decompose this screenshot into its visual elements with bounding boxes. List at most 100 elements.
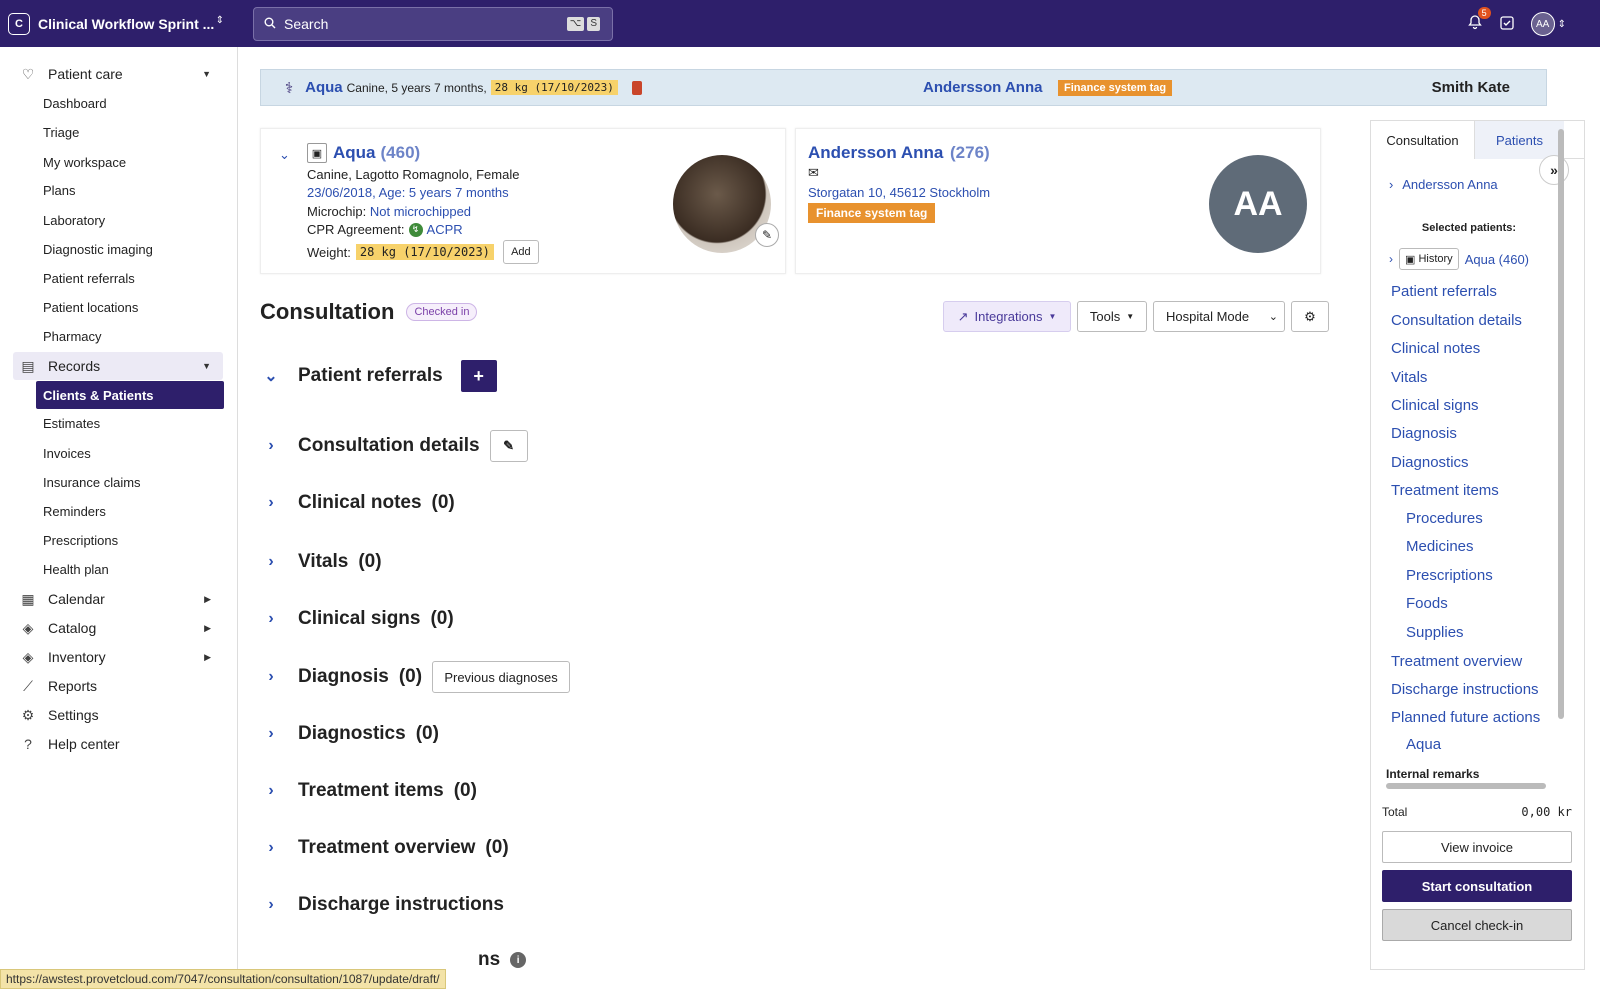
chevron-down-icon[interactable]: ⌄: [279, 147, 290, 163]
stethoscope-icon: ♡: [21, 65, 35, 82]
add-weight-button[interactable]: Add: [502, 240, 539, 264]
section-discharge-instructions[interactable]: › Discharge instructions: [260, 894, 504, 916]
section-treatment-overview[interactable]: › Treatment overview (0): [260, 837, 508, 859]
section-vitals[interactable]: › Vitals (0): [260, 551, 381, 573]
previous-diagnoses-button[interactable]: Previous diagnoses: [432, 661, 571, 693]
sidebar-group-calendar[interactable]: ▦ Calendar ▶: [13, 585, 223, 613]
start-consultation-button[interactable]: Start consultation: [1382, 870, 1572, 902]
nav-procedures[interactable]: Procedures: [1406, 510, 1483, 527]
sidebar-item-pharmacy[interactable]: Pharmacy: [36, 323, 224, 349]
sidebar-item-help-center[interactable]: ? Help center: [13, 730, 223, 758]
tab-patients[interactable]: Patients: [1475, 121, 1564, 159]
add-referral-button[interactable]: +: [460, 360, 497, 392]
patient-weight-badge: 28 kg (17/10/2023): [490, 80, 618, 95]
sidebar-item-estimates[interactable]: Estimates: [36, 410, 224, 436]
sidebar-group-catalog[interactable]: ◈ Catalog ▶: [13, 614, 223, 642]
nav-clinical-signs[interactable]: Clinical signs: [1391, 397, 1479, 414]
section-consultation-details[interactable]: › Consultation details ✎: [260, 430, 528, 462]
nav-clinical-notes[interactable]: Clinical notes: [1391, 340, 1480, 357]
section-planned-actions-partial[interactable]: ns i: [478, 949, 527, 971]
sidebar-item-health-plan[interactable]: Health plan: [36, 556, 224, 582]
client-address[interactable]: Storgatan 10, 45612 Stockholm: [808, 185, 990, 200]
user-menu[interactable]: AA ⇕: [1530, 12, 1566, 36]
sidebar-item-diagnostic-imaging[interactable]: Diagnostic imaging: [36, 236, 224, 262]
nav-planned-future-actions[interactable]: Planned future actions: [1391, 709, 1540, 726]
patient-card-id: (460): [380, 143, 421, 162]
tools-button[interactable]: Tools ▼: [1077, 301, 1147, 332]
nav-discharge-instructions[interactable]: Discharge instructions: [1391, 681, 1539, 698]
nav-treatment-overview[interactable]: Treatment overview: [1391, 653, 1522, 670]
selected-patient-link[interactable]: Aqua (460): [1465, 252, 1529, 267]
section-clinical-signs[interactable]: › Clinical signs (0): [260, 608, 453, 630]
sidebar-item-dashboard[interactable]: Dashboard: [36, 90, 224, 116]
record-icon[interactable]: ▣: [307, 143, 327, 163]
nav-supplies[interactable]: Supplies: [1406, 624, 1464, 641]
sidebar-item-settings[interactable]: ⚙ Settings: [13, 701, 223, 729]
tab-consultation[interactable]: Consultation: [1371, 121, 1475, 159]
patient-name-link[interactable]: Aqua: [305, 79, 343, 96]
sidebar-item-insurance-claims[interactable]: Insurance claims: [36, 469, 224, 495]
nav-consultation-details[interactable]: Consultation details: [1391, 312, 1522, 329]
nav-foods[interactable]: Foods: [1406, 595, 1448, 612]
info-icon[interactable]: i: [510, 952, 527, 968]
sidebar-group-patient-care[interactable]: ♡ Patient care ▼: [13, 60, 223, 88]
patient-dob-age[interactable]: 23/06/2018, Age: 5 years 7 months: [307, 185, 509, 200]
bell-icon[interactable]: 5: [1467, 6, 1491, 35]
nav-prescriptions[interactable]: Prescriptions: [1406, 567, 1493, 584]
integrations-button[interactable]: ↗ Integrations ▼: [943, 301, 1071, 332]
sidebar-item-plans[interactable]: Plans: [36, 177, 224, 203]
nav-patient-referrals[interactable]: Patient referrals: [1391, 283, 1497, 300]
sidebar: ♡ Patient care ▼ Dashboard Triage My wor…: [0, 47, 238, 989]
nav-medicines[interactable]: Medicines: [1406, 538, 1474, 555]
section-diagnostics[interactable]: › Diagnostics (0): [260, 723, 439, 745]
section-patient-referrals[interactable]: ⌄ Patient referrals +: [260, 360, 497, 392]
nav-treatment-items[interactable]: Treatment items: [1391, 482, 1499, 499]
vertical-scrollbar[interactable]: [1558, 129, 1564, 719]
chevron-updown-icon: ⇕: [1557, 18, 1566, 30]
client-name[interactable]: Andersson Anna: [808, 143, 943, 162]
sidebar-item-patient-referrals[interactable]: Patient referrals: [36, 265, 224, 291]
nav-aqua[interactable]: Aqua: [1406, 736, 1441, 753]
sidebar-item-laboratory[interactable]: Laboratory: [36, 207, 224, 233]
search-input[interactable]: Search ⌥ S: [253, 7, 613, 41]
tasks-icon[interactable]: [1499, 15, 1515, 34]
right-client-row[interactable]: › Andersson Anna: [1389, 177, 1498, 192]
cancel-checkin-button[interactable]: Cancel check-in: [1382, 909, 1572, 941]
sidebar-item-my-workspace[interactable]: My workspace: [36, 149, 224, 175]
package-icon: ◈: [22, 648, 34, 665]
nav-vitals[interactable]: Vitals: [1391, 369, 1427, 386]
section-diagnosis[interactable]: › Diagnosis (0) Previous diagnoses: [260, 661, 571, 693]
settings-gear-button[interactable]: ⚙: [1291, 301, 1329, 332]
sidebar-group-label: Patient care: [48, 66, 123, 82]
section-clinical-notes[interactable]: › Clinical notes (0): [260, 492, 454, 514]
edit-details-button[interactable]: ✎: [489, 430, 528, 462]
section-treatment-items[interactable]: › Treatment items (0): [260, 780, 477, 802]
sidebar-item-reports[interactable]: ⟋ Reports: [13, 672, 223, 700]
view-invoice-button[interactable]: View invoice: [1382, 831, 1572, 863]
collapse-panel-button[interactable]: »: [1539, 155, 1569, 185]
history-button[interactable]: ▣ History: [1399, 248, 1459, 270]
sidebar-item-patient-locations[interactable]: Patient locations: [36, 294, 224, 320]
sidebar-item-triage[interactable]: Triage: [36, 119, 224, 145]
horizontal-scrollbar[interactable]: [1386, 783, 1546, 789]
sidebar-item-invoices[interactable]: Invoices: [36, 440, 224, 466]
sidebar-group-records[interactable]: ▤ Records ▼: [13, 352, 223, 380]
owner-name-link[interactable]: Andersson Anna: [923, 79, 1042, 96]
org-switcher[interactable]: C Clinical Workflow Sprint ... ⇕: [8, 10, 232, 37]
chevron-right-icon[interactable]: ›: [1389, 252, 1393, 266]
nav-diagnostics[interactable]: Diagnostics: [1391, 454, 1469, 471]
notification-badge: 5: [1477, 6, 1491, 19]
sidebar-item-reminders[interactable]: Reminders: [36, 498, 224, 524]
cpr-value[interactable]: ACPR: [427, 222, 463, 237]
sidebar-item-prescriptions[interactable]: Prescriptions: [36, 527, 224, 553]
envelope-icon[interactable]: ✉: [808, 165, 819, 181]
right-client-name[interactable]: Andersson Anna: [1402, 177, 1497, 192]
patient-card-name[interactable]: Aqua: [333, 143, 376, 163]
nav-diagnosis[interactable]: Diagnosis: [1391, 425, 1457, 442]
sidebar-item-clients-patients[interactable]: Clients & Patients: [36, 381, 224, 409]
section-title: Clinical signs: [298, 608, 421, 629]
microchip-value[interactable]: Not microchipped: [370, 204, 471, 219]
sidebar-group-inventory[interactable]: ◈ Inventory ▶: [13, 643, 223, 671]
mode-select[interactable]: Hospital Mode ⌄: [1153, 301, 1285, 332]
edit-photo-pencil-icon[interactable]: ✎: [755, 223, 779, 247]
